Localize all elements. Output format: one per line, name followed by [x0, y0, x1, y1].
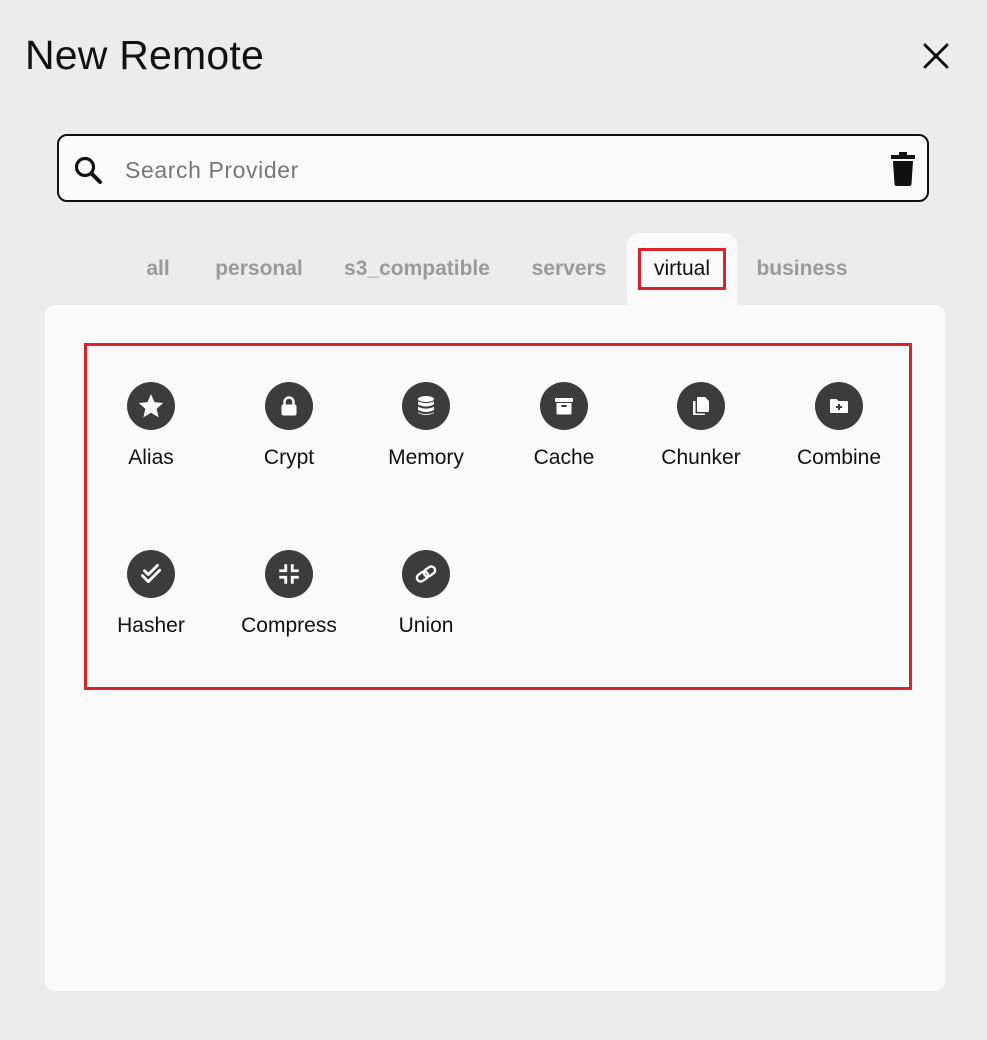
tab-label: all [146, 257, 170, 280]
tab-personal[interactable]: personal [204, 233, 314, 305]
provider-crypt[interactable]: Crypt [224, 382, 354, 492]
provider-label: Combine [796, 446, 882, 469]
provider-label: Cache [533, 446, 595, 469]
provider-label: Crypt [263, 446, 315, 469]
provider-union[interactable]: Union [361, 550, 491, 660]
provider-cache[interactable]: Cache [499, 382, 629, 492]
provider-alias[interactable]: Alias [86, 382, 216, 492]
tab-business[interactable]: business [748, 233, 856, 305]
provider-hasher[interactable]: Hasher [86, 550, 216, 660]
star-icon [138, 394, 164, 418]
archive-icon [555, 398, 573, 415]
search-input[interactable] [123, 150, 867, 190]
provider-label: Chunker [661, 446, 741, 469]
tab-virtual[interactable]: virtual [627, 233, 737, 305]
check-all-icon [140, 563, 162, 583]
provider-combine[interactable]: Combine [774, 382, 904, 492]
close-icon [923, 43, 949, 69]
tab-label: personal [215, 257, 303, 280]
provider-compress[interactable]: Compress [224, 550, 354, 660]
tab-all[interactable]: all [134, 233, 182, 305]
provider-label: Memory [388, 446, 464, 469]
category-tabs: all personal s3_compatible servers virtu… [0, 233, 987, 305]
tab-label: s3_compatible [344, 257, 490, 280]
tab-servers[interactable]: servers [522, 233, 616, 305]
folder-add-icon [830, 399, 848, 413]
tab-label: business [756, 257, 848, 280]
close-button[interactable] [916, 36, 956, 76]
search-icon [74, 156, 102, 184]
provider-chunker[interactable]: Chunker [636, 382, 766, 492]
database-icon [418, 396, 434, 415]
provider-label: Union [398, 614, 454, 637]
link-icon [415, 565, 437, 583]
provider-label: Alias [128, 446, 174, 469]
provider-label: Compress [241, 614, 337, 637]
provider-memory[interactable]: Memory [361, 382, 491, 492]
tab-label: servers [531, 257, 607, 280]
page-title: New Remote [25, 32, 264, 78]
provider-label: Hasher [117, 614, 185, 637]
tab-label: virtual [637, 248, 727, 290]
compress-icon [279, 564, 299, 584]
trash-icon[interactable] [888, 152, 918, 186]
search-bar [57, 134, 929, 202]
copy-icon [693, 397, 709, 415]
tab-s3-compatible[interactable]: s3_compatible [336, 233, 498, 305]
lock-icon [281, 396, 297, 416]
